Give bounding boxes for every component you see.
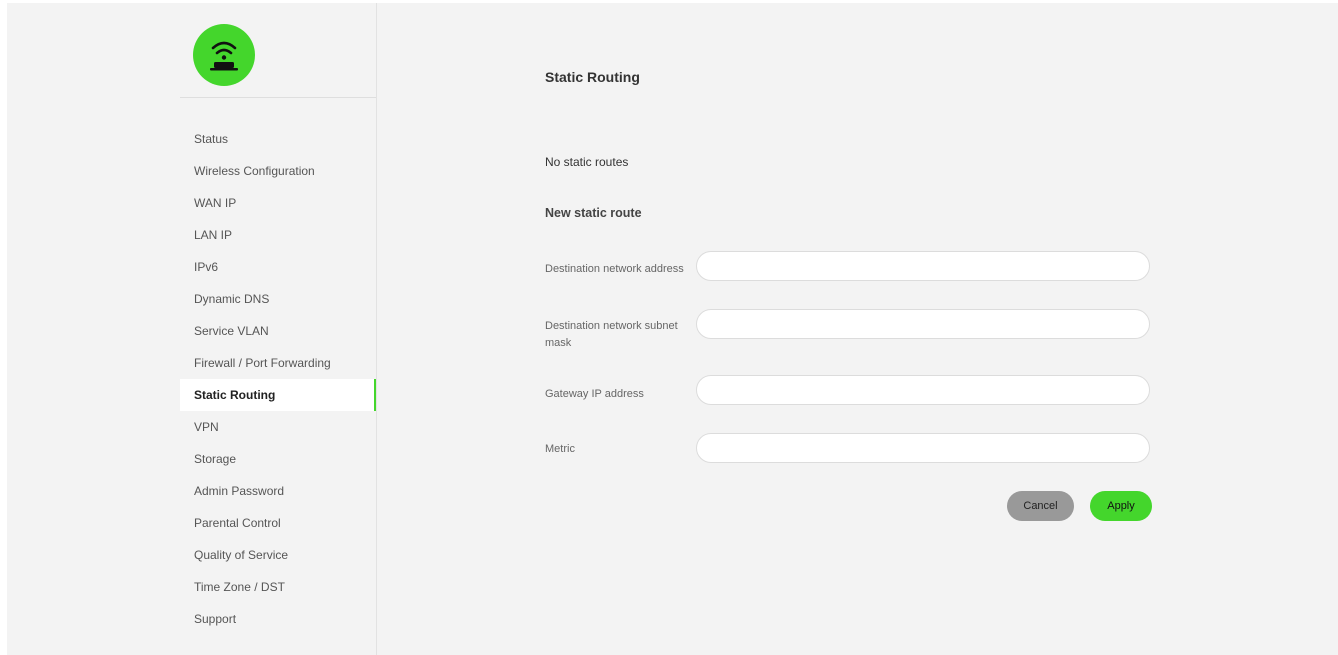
sidebar-item-support[interactable]: Support <box>180 603 376 635</box>
sidebar-item-ipv6[interactable]: IPv6 <box>180 251 376 283</box>
gateway-label: Gateway IP address <box>545 388 644 400</box>
subnet-mask-input[interactable] <box>696 309 1150 339</box>
sidebar-item-storage[interactable]: Storage <box>180 443 376 475</box>
sidebar-item-wan-ip[interactable]: WAN IP <box>180 187 376 219</box>
cancel-button[interactable]: Cancel <box>1007 491 1074 521</box>
sidebar-nav: Status Wireless Configuration WAN IP LAN… <box>180 123 376 635</box>
apply-button[interactable]: Apply <box>1090 491 1152 521</box>
sidebar-item-time-zone-dst[interactable]: Time Zone / DST <box>180 571 376 603</box>
sidebar-item-parental-control[interactable]: Parental Control <box>180 507 376 539</box>
metric-label: Metric <box>545 443 575 455</box>
destination-address-input[interactable] <box>696 251 1150 281</box>
app-frame: Status Wireless Configuration WAN IP LAN… <box>7 3 1338 655</box>
sidebar-item-admin-password[interactable]: Admin Password <box>180 475 376 507</box>
wifi-router-icon <box>210 41 238 71</box>
sidebar-item-quality-of-service[interactable]: Quality of Service <box>180 539 376 571</box>
sidebar-item-vpn[interactable]: VPN <box>180 411 376 443</box>
router-logo <box>193 24 255 86</box>
sidebar-item-service-vlan[interactable]: Service VLAN <box>180 315 376 347</box>
metric-input[interactable] <box>696 433 1150 463</box>
sidebar-item-static-routing[interactable]: Static Routing <box>180 379 376 411</box>
sidebar-item-firewall-port-forwarding[interactable]: Firewall / Port Forwarding <box>180 347 376 379</box>
new-route-heading: New static route <box>545 206 642 220</box>
sidebar-item-status[interactable]: Status <box>180 123 376 155</box>
no-routes-message: No static routes <box>545 155 629 169</box>
destination-address-label: Destination network address <box>545 263 684 275</box>
page-title: Static Routing <box>545 69 640 85</box>
sidebar-item-dynamic-dns[interactable]: Dynamic DNS <box>180 283 376 315</box>
sidebar-item-lan-ip[interactable]: LAN IP <box>180 219 376 251</box>
gateway-input[interactable] <box>696 375 1150 405</box>
logo-divider <box>180 97 376 98</box>
sidebar: Status Wireless Configuration WAN IP LAN… <box>7 3 377 655</box>
subnet-mask-label: Destination network subnet mask <box>545 320 678 349</box>
sidebar-item-wireless-configuration[interactable]: Wireless Configuration <box>180 155 376 187</box>
